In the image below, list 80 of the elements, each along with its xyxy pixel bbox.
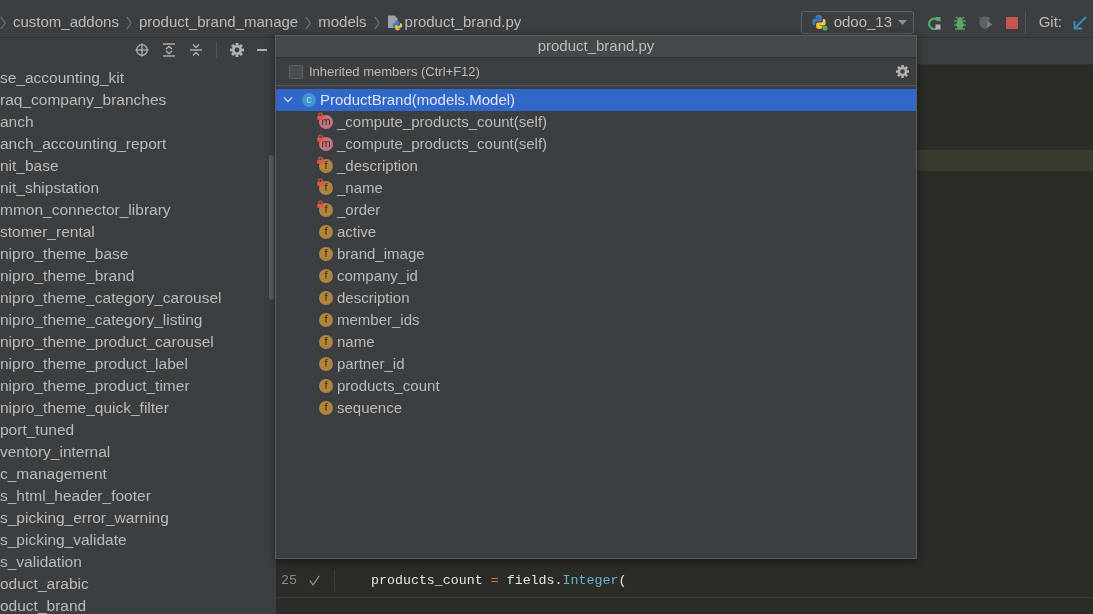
tree-row[interactable]: f brand_image (276, 243, 916, 265)
chevron-icon[interactable] (283, 95, 293, 105)
bug-icon[interactable] (952, 15, 967, 30)
expand-all-icon[interactable] (162, 43, 176, 57)
field-icon: f (319, 335, 333, 349)
tree-row[interactable]: f active (276, 221, 916, 243)
settings-icon[interactable] (230, 43, 244, 57)
project-tree-item[interactable]: raq_company_branches (0, 92, 276, 108)
git-label: Git: (1038, 12, 1062, 33)
breadcrumb-item[interactable]: models (318, 11, 367, 34)
chevron-icon (305, 15, 312, 30)
tree-row[interactable]: m _compute_products_count(self) (276, 111, 916, 133)
tree-row[interactable]: m _compute_products_count(self) (276, 133, 916, 155)
breadcrumb-item[interactable]: product_brand.py (386, 11, 522, 34)
project-tree-item[interactable]: nipro_theme_product_carousel (0, 334, 276, 350)
project-tree-item[interactable]: mmon_connector_library (0, 202, 276, 218)
line-number: 25 (280, 571, 297, 590)
collapse-all-icon[interactable] (189, 43, 203, 57)
project-tree-item[interactable]: anch (0, 114, 276, 130)
tree-row[interactable]: f partner_id (276, 353, 916, 375)
tree-row[interactable]: f sequence (276, 397, 916, 419)
project-tree-item[interactable]: nit_shipstation (0, 180, 276, 196)
tree-row[interactable]: f member_ids (276, 309, 916, 331)
project-tree-item[interactable]: oduct_arabic (0, 576, 276, 592)
class-icon: c (302, 93, 316, 107)
project-tree-item[interactable]: nipro_theme_category_listing (0, 312, 276, 328)
field-icon: f (319, 313, 333, 327)
popup-title: product_brand.py (537, 36, 655, 57)
tree-row[interactable]: f description (276, 287, 916, 309)
project-tree-item[interactable]: ventory_internal (0, 444, 276, 460)
python-file-icon (386, 14, 403, 31)
field-icon: f (319, 357, 333, 371)
checkbox-label[interactable]: Inherited members (Ctrl+F12) (309, 61, 480, 82)
project-tree-item[interactable]: nipro_theme_brand (0, 268, 276, 284)
tree-row[interactable]: c ProductBrand(models.Model) (276, 89, 916, 111)
project-tree-item[interactable]: nipro_theme_product_label (0, 356, 276, 372)
field-icon: f (319, 291, 333, 305)
shield-play-icon[interactable] (978, 15, 993, 30)
project-tree-item[interactable]: s_picking_validate (0, 532, 276, 548)
project-tree-item[interactable]: port_tuned (0, 422, 276, 438)
tree-row[interactable]: f company_id (276, 265, 916, 287)
inherited-members-checkbox[interactable] (289, 64, 303, 79)
field-icon: f (319, 247, 333, 261)
field-icon: f (319, 401, 333, 415)
rerun-icon[interactable] (926, 15, 941, 30)
breadcrumb-item[interactable]: product_brand_manage (138, 11, 299, 34)
tree-row[interactable]: f _name (276, 177, 916, 199)
project-tree-item[interactable]: s_validation (0, 554, 276, 570)
project-tree-item[interactable]: anch_accounting_report (0, 136, 276, 152)
tree-row[interactable]: f name (276, 331, 916, 353)
tree-row[interactable]: f _description (276, 155, 916, 177)
project-tree-item[interactable]: c_management (0, 466, 276, 482)
project-tree-item[interactable]: nipro_theme_category_carousel (0, 290, 276, 306)
project-tree-item[interactable]: oduct_brand (0, 598, 276, 614)
python-icon (810, 14, 828, 31)
run-configuration-dropdown[interactable]: odoo_13 (800, 11, 914, 34)
project-tree-item[interactable]: stomer_rental (0, 224, 276, 240)
chevron-icon (0, 15, 6, 30)
caret-icon (898, 20, 908, 25)
project-tree-item[interactable]: s_picking_error_warning (0, 510, 276, 526)
breadcrumb-item[interactable]: custom_addons (13, 11, 119, 34)
crosshair-icon[interactable] (135, 43, 149, 57)
chevron-icon (373, 15, 380, 30)
project-tree-item[interactable]: nipro_theme_base (0, 246, 276, 262)
project-tree-item[interactable]: s_html_header_footer (0, 488, 276, 504)
down-left-arrow-icon[interactable] (1073, 15, 1087, 30)
project-tree-item[interactable]: nit_base (0, 158, 276, 174)
project-tree-item[interactable]: se_accounting_kit (0, 70, 276, 86)
tree-row[interactable]: f _order (276, 199, 916, 221)
stop-icon[interactable] (1005, 16, 1018, 29)
chevron-icon (125, 15, 132, 30)
project-tree-item[interactable]: nipro_theme_product_timer (0, 378, 276, 394)
code-line: products_count = fields.Integer( (370, 571, 627, 590)
settings-icon[interactable] (896, 65, 909, 78)
field-icon: f (319, 379, 333, 393)
project-tree-item[interactable]: nipro_theme_quick_filter (0, 400, 276, 416)
scrollbar-thumb[interactable] (269, 155, 274, 300)
tree-row[interactable]: f products_count (276, 375, 916, 397)
field-icon: f (319, 269, 333, 283)
field-icon: f (319, 225, 333, 239)
